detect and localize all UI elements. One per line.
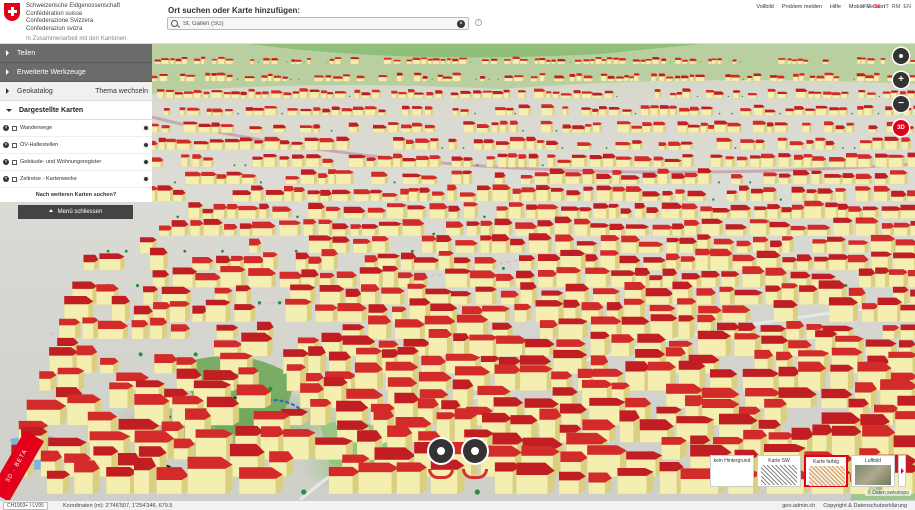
layer-item: × ÖV-Haltestellen xyxy=(0,137,152,154)
menu-share-label: Teilen xyxy=(17,49,36,57)
question-icon[interactable]: ? xyxy=(475,19,482,26)
footer: CH1903+ / LV95 Koordinaten (m): 2'746'50… xyxy=(0,500,915,510)
gear-icon[interactable] xyxy=(143,142,149,148)
close-menu-button[interactable]: Menü schliessen xyxy=(18,205,133,219)
confederation-it: Confederazione Svizzera xyxy=(26,18,94,24)
layer-visibility-checkbox[interactable] xyxy=(12,176,17,182)
layer-label: ÖV-Haltestellen xyxy=(20,142,59,148)
layer-label: Zeitreise - Kartenwerke xyxy=(20,176,77,182)
report-problem-link[interactable]: Problem melden xyxy=(782,4,822,10)
chevron-up-icon xyxy=(48,209,53,212)
lang-it[interactable]: IT xyxy=(884,4,889,10)
remove-layer-icon[interactable]: × xyxy=(3,176,9,182)
chevron-right-icon xyxy=(6,69,9,75)
bg-grey-map-option[interactable]: Karte SW xyxy=(757,455,801,487)
search-label: Ort suchen oder Karte hinzufügen: xyxy=(168,6,301,15)
gear-icon[interactable] xyxy=(143,125,149,131)
copyright-link[interactable]: Copyright & Datenschutzerklärung xyxy=(823,503,907,509)
layer-item: × Wanderwege xyxy=(0,120,152,137)
help-link[interactable]: Hilfe xyxy=(830,4,841,10)
coordinates-readout: Koordinaten (m): 2'746'507, 1'254'346, 6… xyxy=(63,503,173,509)
confederation-rm: Confederaziun svizra xyxy=(26,25,83,32)
language-switcher: FR DE IT RM EN xyxy=(863,4,911,10)
color-map-thumbnail xyxy=(809,466,845,486)
layer-label: Gebäude- und Wohnungsregister xyxy=(20,159,102,165)
menu-geocatalog[interactable]: Geokatalog Thema wechseln xyxy=(0,82,152,101)
search-input[interactable] xyxy=(183,19,453,29)
confederation-text: Schweizerische Eidgenossenschaft Confédé… xyxy=(26,3,126,44)
bg-aerial-option[interactable]: Luftbild xyxy=(851,455,895,487)
menu-displayed-maps-label: Dargestellte Karten xyxy=(19,106,84,114)
menu-advanced-tools-label: Erweiterte Werkzeuge xyxy=(17,68,86,76)
domain-link[interactable]: geo.admin.ch xyxy=(782,503,815,509)
data-credit[interactable]: © Daten:swisstopo xyxy=(865,490,911,496)
background-layer-selector: kein Hintergrund Karte SW Karte farbig L… xyxy=(710,455,906,487)
layer-visibility-checkbox[interactable] xyxy=(12,159,17,165)
gear-icon[interactable] xyxy=(143,159,149,165)
remove-layer-icon[interactable]: × xyxy=(3,159,9,165)
bg-next-arrow-icon[interactable] xyxy=(898,455,906,487)
bg-color-map-option[interactable]: Karte farbig xyxy=(804,455,848,487)
layer-item: × Zeitreise - Kartenwerke xyxy=(0,171,152,188)
bg-option-label: Luftbild xyxy=(864,458,882,464)
tilt-view-dial[interactable] xyxy=(461,437,489,465)
bg-option-label: kein Hintergrund xyxy=(713,458,751,464)
locate-me-button[interactable] xyxy=(893,48,909,64)
header: Schweizerische Eidgenossenschaft Confédé… xyxy=(0,0,915,44)
side-menu: Teilen Erweiterte Werkzeuge Geokatalog T… xyxy=(0,44,152,202)
layer-label: Wanderwege xyxy=(20,125,53,131)
chevron-right-icon xyxy=(6,88,9,94)
fullscreen-link[interactable]: Vollbild xyxy=(756,4,773,10)
layer-list: × Wanderwege × ÖV-Haltestellen × Gebäude- u… xyxy=(0,120,152,188)
bg-option-label: Karte SW xyxy=(768,458,790,464)
aerial-thumbnail xyxy=(855,465,891,485)
layer-visibility-checkbox[interactable] xyxy=(12,125,17,131)
search-more-maps-link[interactable]: Nach weiteren Karten suchen? xyxy=(0,188,152,202)
change-theme-link[interactable]: Thema wechseln xyxy=(95,88,148,95)
lang-rm[interactable]: RM xyxy=(892,4,901,10)
zoom-in-button[interactable]: + xyxy=(893,72,909,88)
bg-none-option[interactable]: kein Hintergrund xyxy=(710,455,754,487)
layer-item: × Gebäude- und Wohnungsregister xyxy=(0,154,152,171)
lang-en[interactable]: EN xyxy=(903,4,911,10)
confederation-fr: Confédération suisse xyxy=(26,10,83,17)
close-menu-label: Menü schliessen xyxy=(57,209,103,215)
clear-search-icon[interactable]: × xyxy=(457,20,465,28)
toggle-3d-button[interactable]: 3D xyxy=(893,120,909,136)
grey-map-thumbnail xyxy=(761,465,797,485)
layer-visibility-checkbox[interactable] xyxy=(12,142,17,148)
zoom-out-button[interactable]: − xyxy=(893,96,909,112)
crs-select[interactable]: CH1903+ / LV95 xyxy=(3,502,48,510)
search-icon xyxy=(171,20,178,27)
swiss-coat-of-arms-icon xyxy=(4,3,20,21)
menu-displayed-maps[interactable]: Dargestellte Karten xyxy=(0,101,152,120)
lang-de[interactable]: DE xyxy=(873,4,881,10)
cooperation-text: In Zusammenarbeit mit den Kantonen xyxy=(26,36,127,42)
rotate-view-dial[interactable] xyxy=(427,437,455,465)
lang-fr[interactable]: FR xyxy=(863,4,870,10)
menu-share[interactable]: Teilen xyxy=(0,44,152,63)
remove-layer-icon[interactable]: × xyxy=(3,125,9,131)
menu-advanced-tools[interactable]: Erweiterte Werkzeuge xyxy=(0,63,152,82)
menu-geocatalog-label: Geokatalog xyxy=(17,87,53,95)
footer-links: geo.admin.ch Copyright & Datenschutzerkl… xyxy=(782,503,907,509)
search-box[interactable]: × xyxy=(167,17,469,30)
gear-icon[interactable] xyxy=(143,176,149,182)
chevron-down-icon xyxy=(6,108,12,112)
chevron-right-icon xyxy=(6,50,9,56)
bg-option-label: Karte farbig xyxy=(813,459,839,465)
confederation-de: Schweizerische Eidgenossenschaft xyxy=(26,3,121,9)
remove-layer-icon[interactable]: × xyxy=(3,142,9,148)
